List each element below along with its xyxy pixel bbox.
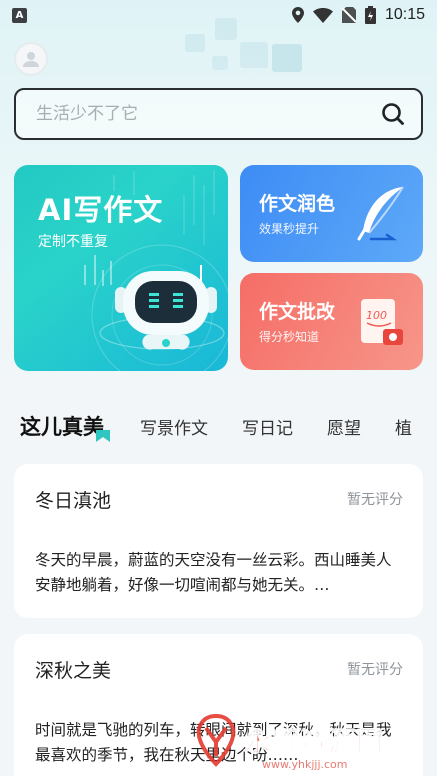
feather-pen-icon (357, 186, 404, 241)
decor-square (240, 42, 268, 68)
search-icon (382, 103, 404, 125)
status-bar: A 10:15 (0, 0, 437, 30)
ai-write-title: AI写作文 (38, 193, 164, 227)
essay-rating: 暂无评分 (347, 662, 403, 678)
essay-rating: 暂无评分 (347, 492, 403, 508)
essay-card[interactable]: 冬日滇池 暂无评分 冬天的早晨，蔚蓝的天空没有一丝云彩。西山睡美人安静地躺着，好… (14, 464, 423, 618)
essay-excerpt: 冬天的早晨，蔚蓝的天空没有一丝云彩。西山睡美人安静地躺着，好像一切喧闹都与她无关… (35, 551, 392, 594)
no-sim-icon (341, 7, 356, 23)
tab-zhe-er-zhen-mei[interactable]: 这儿真美 (20, 411, 104, 441)
location-icon (291, 7, 304, 23)
decor-square (212, 56, 228, 70)
watermark: 永辉资源网 www.yhkjjj.com (192, 706, 437, 776)
polish-subtitle: 效果秒提升 (259, 222, 320, 236)
user-avatar[interactable] (14, 42, 48, 76)
watermark-url: www.yhkjjj.com (262, 758, 348, 771)
status-time: 10:15 (384, 6, 425, 23)
tab-yuan-wang[interactable]: 愿望 (327, 414, 361, 439)
tab-zhi[interactable]: 植 (395, 414, 412, 439)
battery-charging-icon (364, 6, 376, 24)
essay-title: 冬日滇池 (35, 490, 112, 512)
correct-card[interactable]: 作文批改 得分秒知道 100 (240, 273, 423, 370)
category-tabs: 这儿真美 写景作文 写日记 愿望 植 (20, 406, 437, 446)
tab-xie-ri-ji[interactable]: 写日记 (242, 414, 293, 439)
svg-text:100: 100 (366, 309, 387, 322)
search-input[interactable] (36, 104, 379, 124)
active-tab-indicator-icon (96, 430, 110, 442)
user-icon (23, 52, 39, 67)
ai-write-card[interactable]: AI写作文 定制不重复 (14, 165, 228, 371)
watermark-text: 永辉资源网 (244, 727, 384, 759)
polish-title: 作文润色 (259, 193, 336, 215)
essay-title: 深秋之美 (35, 660, 112, 682)
correct-subtitle: 得分秒知道 (259, 330, 320, 344)
tab-xie-jing-zuo-wen[interactable]: 写景作文 (140, 414, 208, 439)
search-bar[interactable] (14, 88, 423, 140)
robot-icon (115, 265, 217, 350)
ai-write-subtitle: 定制不重复 (38, 234, 108, 250)
correct-title: 作文批改 (259, 301, 336, 323)
decor-square (185, 34, 205, 52)
search-button[interactable] (379, 100, 407, 128)
decor-square (272, 44, 302, 72)
watermark-logo-icon (196, 713, 236, 767)
graded-paper-icon: 100 (361, 299, 403, 345)
wifi-icon (312, 7, 333, 23)
polish-card[interactable]: 作文润色 效果秒提升 (240, 165, 423, 262)
app-notification-icon: A (12, 7, 27, 23)
